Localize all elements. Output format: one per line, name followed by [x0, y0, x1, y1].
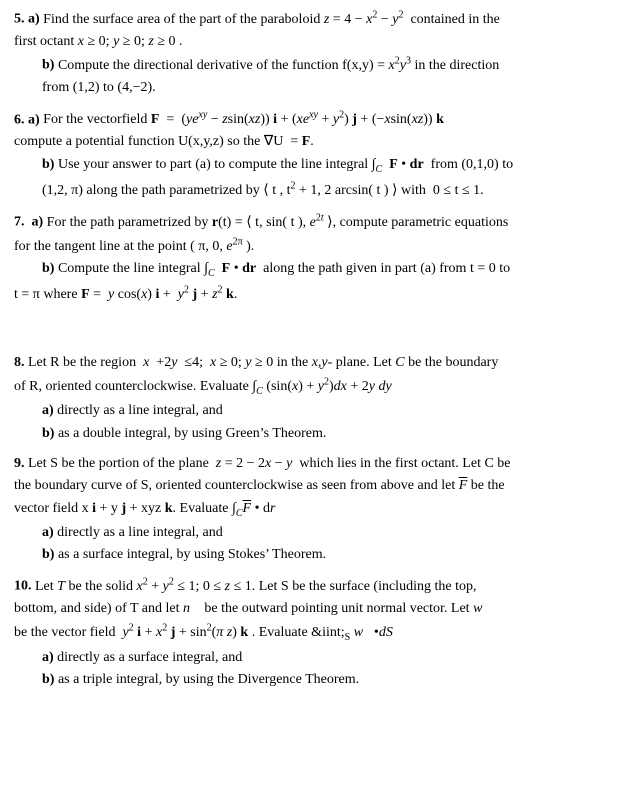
p10a-text: directly as a surface integral, and	[54, 650, 243, 665]
exam-content: 5. a) Find the surface area of the part …	[14, 8, 608, 690]
problem-5b-line2: from (1,2) to (4,−2).	[14, 78, 608, 98]
p10b-text: as a triple integral, by using the Diver…	[54, 672, 359, 687]
p7b-text: Compute the line integral ∫C F • dr alon…	[54, 261, 510, 276]
problem-8-number: 8.	[14, 355, 25, 370]
problem-8: 8. Let R be the region x +2y ≤4; x ≥ 0; …	[14, 353, 608, 444]
p8b-text: as a double integral, by using Green’s T…	[54, 426, 326, 441]
p6b-part-label: b)	[42, 157, 54, 172]
p10a-part-label: a)	[42, 650, 54, 665]
p5a-part-label: a)	[28, 12, 40, 27]
problem-10b-line: b) as a triple integral, by using the Di…	[14, 670, 608, 690]
problem-10a-line: a) directly as a surface integral, and	[14, 648, 608, 668]
problem-9-line1: 9. Let S be the portion of the plane z =…	[14, 454, 608, 474]
problem-5a-line2: first octant x ≥ 0; y ≥ 0; z ≥ 0 .	[14, 32, 608, 52]
p6b-text: Use your answer to part (a) to compute t…	[54, 157, 513, 172]
p9-text3: vector field x i + y j + xyz k. Evaluate…	[14, 501, 286, 516]
p5b-text: Compute the directional derivative of th…	[54, 58, 499, 73]
p9-text2: the boundary curve of S, oriented counte…	[14, 478, 505, 493]
problem-9a-line: a) directly as a line integral, and	[14, 523, 608, 543]
problem-7a-line1: 7. a) For the path parametrized by r(t) …	[14, 211, 608, 233]
p8-text2: of R, oriented counterclockwise. Evaluat…	[14, 379, 392, 394]
problem-7b-line1: b) Compute the line integral ∫C F • dr a…	[14, 259, 608, 281]
problem-8-line2: of R, oriented counterclockwise. Evaluat…	[14, 375, 608, 399]
p9b-part-label: b)	[42, 547, 54, 562]
problem-8b-line: b) as a double integral, by using Green’…	[14, 424, 608, 444]
problem-10: 10. Let T be the solid x2 + y2 ≤ 1; 0 ≤ …	[14, 575, 608, 690]
problem-9-line3: vector field x i + y j + xyz k. Evaluate…	[14, 499, 608, 521]
p6b-text2: (1,2, π) along the path parametrized by …	[42, 183, 484, 198]
problem-6b-line2: (1,2, π) along the path parametrized by …	[14, 179, 608, 201]
p9-text: Let S be the portion of the plane z = 2 …	[25, 456, 511, 471]
p7b-text2: t = π where F = y cos(x) i + y2 j + z2 k…	[14, 287, 237, 302]
problem-8a-line: a) directly as a line integral, and	[14, 401, 608, 421]
problem-6b-line1: b) Use your answer to part (a) to comput…	[14, 155, 608, 177]
problem-7-number: 7.	[14, 215, 32, 230]
problem-9b-line: b) as a surface integral, by using Stoke…	[14, 545, 608, 565]
p10b-part-label: b)	[42, 672, 54, 687]
p9a-text: directly as a line integral, and	[54, 525, 223, 540]
problem-8-line1: 8. Let R be the region x +2y ≤4; x ≥ 0; …	[14, 353, 608, 373]
problem-7a-line2: for the tangent line at the point ( π, 0…	[14, 235, 608, 257]
problem-5-number: 5.	[14, 12, 28, 27]
p8-text: Let R be the region x +2y ≤4; x ≥ 0; y ≥…	[25, 355, 499, 370]
problem-10-line2: bottom, and side) of T and let n⃗ be the…	[14, 599, 608, 619]
p7a-text: For the path parametrized by r(t) = ⟨ t,…	[43, 215, 508, 230]
p5b-part-label: b)	[42, 58, 54, 73]
problem-9: 9. Let S be the portion of the plane z =…	[14, 454, 608, 565]
p8a-part-label: a)	[42, 403, 54, 418]
problem-9-line2: the boundary curve of S, oriented counte…	[14, 476, 608, 496]
problem-10-number: 10.	[14, 579, 32, 594]
p9b-text: as a surface integral, by using Stokes’ …	[54, 547, 326, 562]
p6a-text: For the vectorfield F = (yexy − zsin(xz)…	[40, 112, 444, 127]
spacer-region	[14, 315, 608, 353]
problem-5: 5. a) Find the surface area of the part …	[14, 8, 608, 99]
problem-5b-line: b) Compute the directional derivative of…	[14, 54, 608, 76]
problem-9-number: 9.	[14, 456, 25, 471]
p7a-text2: for the tangent line at the point ( π, 0…	[14, 239, 254, 254]
p10-text3: be the vector field y2 i + x2 j + sin2(π…	[14, 625, 393, 640]
problem-6a-line2: compute a potential function U(x,y,z) so…	[14, 132, 608, 152]
p8b-part-label: b)	[42, 426, 54, 441]
p6a-text2: compute a potential function U(x,y,z) so…	[14, 134, 314, 149]
p5b-text2: from (1,2) to (4,−2).	[42, 80, 156, 95]
problem-10-line3: be the vector field y2 i + x2 j + sin2(π…	[14, 622, 608, 646]
problem-7b-line2: t = π where F = y cos(x) i + y2 j + z2 k…	[14, 283, 608, 305]
problem-6a-line1: 6. a) For the vectorfield F = (yexy − zs…	[14, 109, 608, 131]
p10-text2: bottom, and side) of T and let n⃗ be the…	[14, 601, 493, 616]
p8a-text: directly as a line integral, and	[54, 403, 223, 418]
p5a-cond-text: first octant x ≥ 0; y ≥ 0; z ≥ 0 .	[14, 34, 183, 49]
p5a-text: Find the surface area of the part of the…	[40, 12, 500, 27]
problem-10-line1: 10. Let T be the solid x2 + y2 ≤ 1; 0 ≤ …	[14, 575, 608, 597]
problem-6-number: 6.	[14, 112, 28, 127]
problem-5a-line: 5. a) Find the surface area of the part …	[14, 8, 608, 30]
problem-6: 6. a) For the vectorfield F = (yexy − zs…	[14, 109, 608, 202]
p10-text: Let T be the solid x2 + y2 ≤ 1; 0 ≤ z ≤ …	[32, 579, 477, 594]
p7b-part-label: b)	[42, 261, 54, 276]
problem-7: 7. a) For the path parametrized by r(t) …	[14, 211, 608, 305]
p6a-part-label: a)	[28, 112, 40, 127]
p7a-part-label: a)	[32, 215, 44, 230]
p9a-part-label: a)	[42, 525, 54, 540]
